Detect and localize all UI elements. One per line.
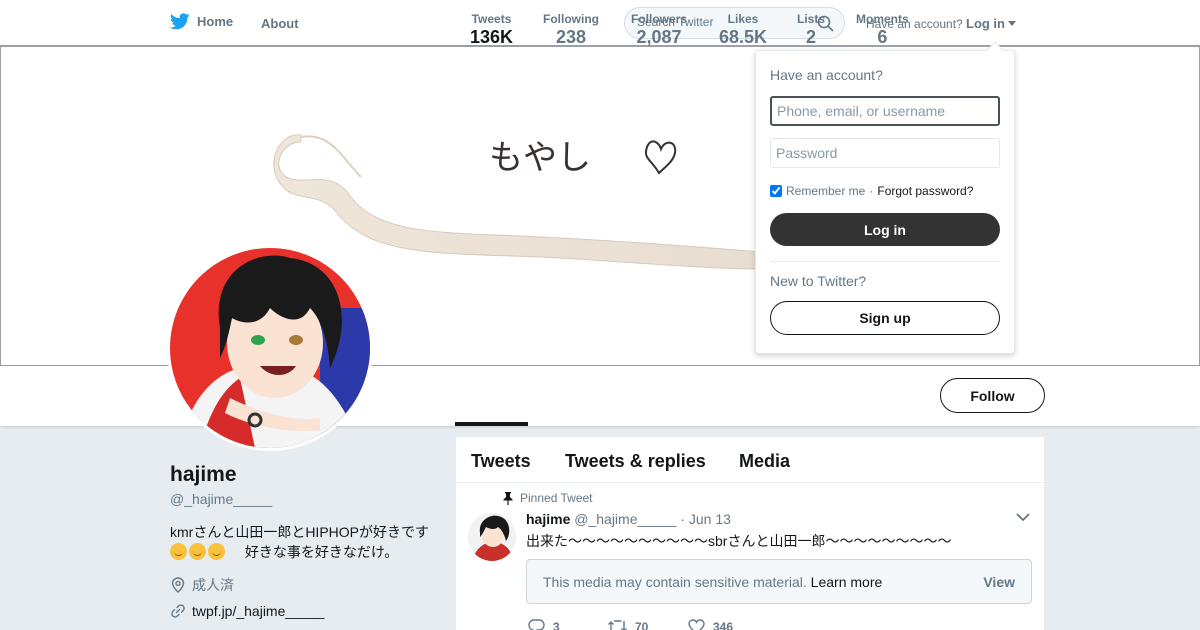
heart-icon [645, 140, 677, 175]
tweet-header: hajime @_hajime_____ · Jun 13 [526, 511, 731, 527]
new-to-twitter-text: New to Twitter? [770, 273, 867, 289]
login-submit-button[interactable]: Log in [770, 213, 1000, 246]
profile-avatar[interactable] [167, 245, 373, 451]
stat-followers[interactable]: Followers 2,087 [631, 12, 687, 48]
about-link[interactable]: About [261, 16, 299, 31]
stat-value: 6 [877, 27, 888, 47]
avatar-image [170, 248, 370, 448]
reply-button[interactable]: 3 [528, 619, 608, 630]
username-field[interactable] [770, 96, 1000, 126]
login-link-label: Log in [966, 16, 1005, 31]
like-button[interactable]: 346 [688, 619, 768, 630]
smiling-face-icon [208, 543, 225, 560]
stat-label: Following [543, 12, 599, 26]
profile-location: 成人済 [170, 575, 234, 595]
top-nav: Home About Have an account? Log in [0, 0, 1200, 46]
profile-bio: kmrさんと山田一郎とHIPHOPが好きです 好きな事を好きなだけ。 [170, 522, 445, 562]
stat-value: 2 [806, 27, 817, 47]
login-dropdown: Have an account? Remember me · Forgot pa… [755, 41, 1015, 354]
retweet-count: 70 [635, 619, 649, 630]
stat-tweets[interactable]: Tweets 136K [470, 12, 513, 48]
stat-likes[interactable]: Likes 68.5K [719, 12, 767, 48]
stat-label: Moments [856, 12, 909, 26]
pin-icon [503, 491, 513, 505]
bio-line-2: 好きな事を好きなだけ。 [244, 544, 399, 560]
retweet-button[interactable]: 70 [608, 619, 688, 630]
stat-lists[interactable]: Lists 2 [797, 12, 825, 48]
separator-dot: · [869, 184, 874, 198]
link-icon [171, 604, 185, 618]
pinned-indicator: Pinned Tweet [502, 491, 593, 505]
stat-label: Tweets [471, 12, 512, 26]
caret-down-icon [1008, 20, 1016, 26]
signup-button[interactable]: Sign up [770, 301, 1000, 335]
location-pin-icon [171, 577, 185, 593]
dropdown-title: Have an account? [770, 67, 883, 83]
chevron-down-icon[interactable] [1016, 513, 1030, 522]
pinned-label: Pinned Tweet [520, 491, 593, 505]
view-media-button[interactable]: View [983, 574, 1015, 590]
tab-tweets[interactable]: Tweets [471, 451, 531, 472]
dropdown-divider [770, 261, 1000, 262]
stat-value: 2,087 [636, 27, 682, 47]
stat-label: Followers [631, 12, 688, 26]
sensitive-media-notice: This media may contain sensitive materia… [526, 559, 1032, 604]
banner-handwriting: もやし [489, 138, 591, 178]
stat-value: 68.5K [719, 27, 768, 47]
smiling-face-icon [189, 543, 206, 560]
tweet-avatar[interactable] [468, 513, 516, 561]
location-text: 成人済 [192, 577, 234, 593]
url-text: twpf.jp/_hajime_____ [192, 603, 325, 619]
stat-value: 238 [555, 27, 587, 47]
tweet-author-name[interactable]: hajime [526, 511, 570, 527]
profile-name[interactable]: hajime [170, 463, 237, 487]
home-link[interactable]: Home [170, 13, 233, 30]
tab-tweets-replies[interactable]: Tweets & replies [565, 451, 706, 472]
sensitive-message: This media may contain sensitive materia… [543, 574, 882, 590]
tweet-avatar-image [468, 513, 516, 561]
reply-count: 3 [553, 619, 560, 630]
heart-icon [688, 619, 705, 630]
profile-url[interactable]: twpf.jp/_hajime_____ [170, 603, 324, 619]
active-stat-indicator [455, 422, 528, 426]
sensitive-text: This media may contain sensitive materia… [543, 574, 807, 590]
password-field[interactable] [770, 138, 1000, 168]
remember-label[interactable]: Remember me [786, 184, 865, 198]
follow-button[interactable]: Follow [940, 378, 1045, 413]
forgot-password-link[interactable]: Forgot password? [877, 184, 973, 198]
like-count: 346 [713, 619, 734, 630]
twitter-bird-icon [170, 13, 190, 30]
tweet-date[interactable]: · Jun 13 [680, 511, 731, 527]
tab-media[interactable]: Media [739, 451, 790, 472]
timeline-tabs: Tweets Tweets & replies Media [456, 437, 1044, 483]
timeline: Tweets Tweets & replies Media Pinned Twe… [456, 437, 1044, 630]
remember-me-checkbox[interactable] [770, 185, 782, 197]
stat-value: 136K [470, 27, 514, 47]
stat-following[interactable]: Following 238 [543, 12, 599, 48]
learn-more-link[interactable]: Learn more [811, 574, 883, 590]
stat-label: Likes [727, 12, 759, 26]
login-dropdown-toggle[interactable]: Log in [966, 16, 1016, 31]
smiling-face-icon [170, 543, 187, 560]
retweet-icon [608, 620, 627, 630]
bio-line-1: kmrさんと山田一郎とHIPHOPが好きです [170, 524, 429, 540]
profile-handle[interactable]: @_hajime_____ [170, 491, 272, 507]
tweet-text: 出来た～～～～～～～～～～sbrさんと山田一郎～～～～～～～～～ [526, 533, 952, 549]
stat-label: Lists [797, 12, 826, 26]
reply-icon [528, 619, 545, 630]
stat-moments[interactable]: Moments 6 [856, 12, 909, 48]
tweet-actions: 3 70 346 [528, 619, 768, 630]
remember-row: Remember me · Forgot password? [770, 184, 973, 198]
tweet-author-handle[interactable]: @_hajime_____ [574, 511, 676, 527]
home-label: Home [197, 14, 234, 29]
